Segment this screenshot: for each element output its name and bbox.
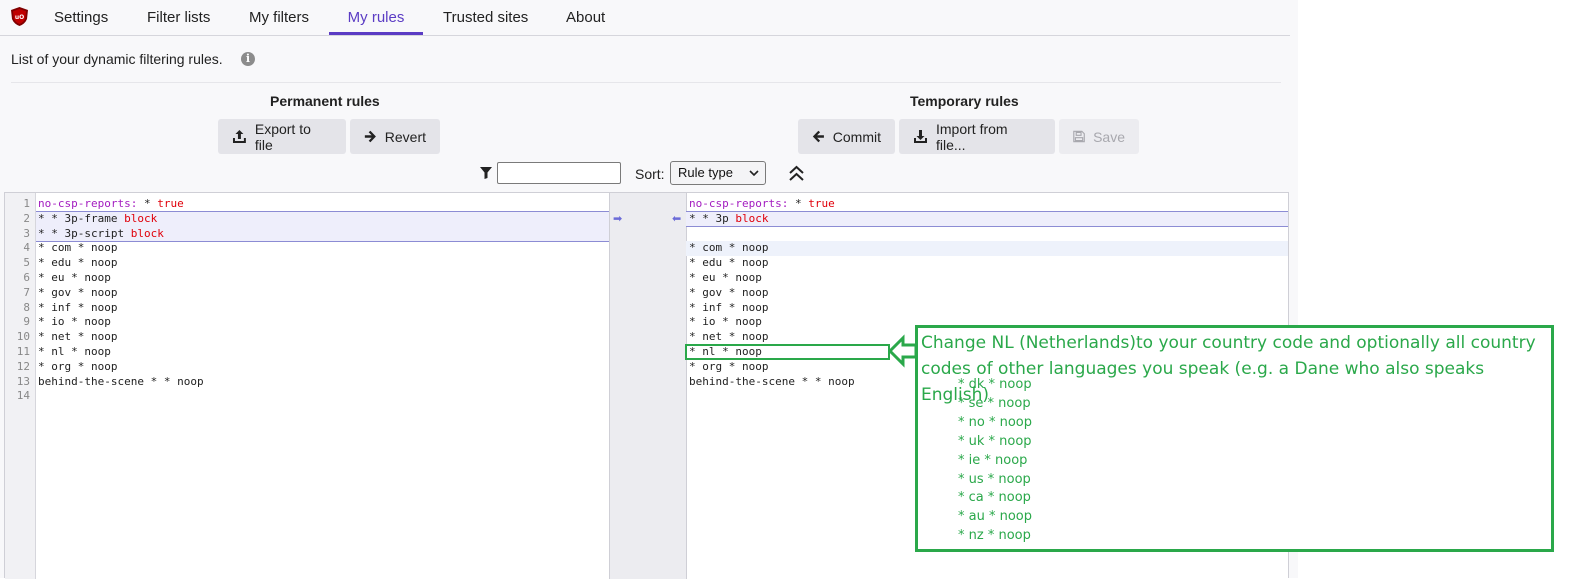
annotation-code-line: * dk * noop [958,377,1032,392]
temporary-rule-line: * * 3p block [689,211,769,225]
merge-right-arrow[interactable]: ➡ [613,212,622,225]
annotation-code-line: * se * noop [958,395,1031,411]
annotation-code-line: * au * noop [958,509,1033,525]
changed-chunk-highlight [686,211,1288,227]
import-icon [914,130,927,143]
permanent-rule-line: no-csp-reports: * true [38,197,184,210]
annotation-code-line: * ie * noop [958,452,1028,468]
tab-about[interactable]: About [566,0,605,33]
permanent-rule-line: * nl * noop [38,345,111,358]
temporary-rule-line: * com * noop [689,241,769,255]
permanent-rule-line: * org * noop [38,359,118,373]
permanent-rule-line: * io * noop [38,315,111,329]
line-number: 13 [16,374,30,388]
annotation-line-1: Change NL (Netherlands)to your country c… [921,333,1536,353]
sort-label: Sort: [635,166,665,182]
line-number: 3 [23,226,30,240]
permanent-rule-line: * com * noop [38,241,118,255]
sort-select[interactable]: Rule type [670,161,766,185]
line-number: 1 [23,197,30,210]
permanent-rule-line: * edu * noop [38,256,118,270]
line-number: 14 [16,389,30,403]
merge-left-arrow[interactable]: ⬅ [672,212,681,225]
nl-rule-highlight-box [685,344,890,360]
import-from-file-label: Import from file... [936,120,1008,153]
temporary-rule-line: * org * noop [689,359,769,373]
save-icon [1073,130,1085,143]
permanent-rule-line: * gov * noop [38,285,118,299]
permanent-rule-line: behind-the-scene * * noop [38,374,204,388]
temporary-rule-line: * edu * noop [689,256,769,270]
permanent-rule-line: * net * noop [38,330,118,344]
annotation-code-line: * ca * noop [958,490,1031,506]
page-description: List of your dynamic filtering rules. [11,51,223,67]
line-number: 10 [16,330,30,344]
info-icon[interactable]: i [241,52,255,66]
permanent-rule-line: * inf * noop [38,300,118,314]
tab-my-rules[interactable]: My rules [329,0,423,35]
annotation-code-line: * us * noop [958,471,1031,487]
temporary-rule-line: behind-the-scene * * noop [689,374,855,388]
import-from-file-button[interactable]: Import from file... [899,119,1055,154]
filter-icon [480,167,492,179]
merge-gap [609,193,687,579]
divider [11,82,1281,83]
temporary-rule-line: * eu * noop [689,271,762,284]
chevron-down-icon [749,170,759,177]
save-button[interactable]: Save [1059,119,1139,154]
temporary-rule-line: * gov * noop [689,285,769,299]
line-number: 4 [23,241,30,255]
svg-text:uO: uO [15,14,24,21]
commit-label: Commit [832,128,881,145]
tab-filter-lists[interactable]: Filter lists [147,0,210,33]
permanent-rule-line: * * 3p-frame block [38,211,158,225]
top-nav: uO Settings Filter lists My filters My r… [0,0,1290,36]
tab-trusted-sites[interactable]: Trusted sites [443,0,528,33]
permanent-rule-line: * eu * noop [38,271,111,284]
rules-filter-input[interactable] [497,162,621,184]
line-number: 11 [16,345,30,358]
active-line-highlight [686,241,1288,256]
export-to-file-button[interactable]: Export to file [218,119,346,154]
line-number: 2 [23,211,30,225]
export-icon [232,130,246,143]
annotation-country-codes: * dk * noop * se * noop * no * noop * uk… [958,376,1032,546]
line-number: 9 [23,315,30,329]
permanent-rule-line: * * 3p-script block [38,226,164,240]
annotation-arrow-icon [888,334,918,368]
temporary-rule-line: no-csp-reports: * true [689,197,835,210]
save-label: Save [1093,128,1125,145]
annotation-code-line: * nz * noop [958,528,1031,544]
line-number: 8 [23,300,30,314]
annotation-code-line: * uk * noop [958,433,1032,449]
permanent-rules-title: Permanent rules [270,93,380,109]
line-number: 7 [23,285,30,299]
sort-selected-value: Rule type [678,165,733,180]
annotation-code-line: * no * noop [958,414,1032,430]
export-to-file-label: Export to file [254,120,311,153]
commit-button[interactable]: Commit [798,119,895,154]
arrow-left-icon [812,130,824,143]
line-number: 6 [23,271,30,284]
temporary-rule-line: * inf * noop [689,300,769,314]
temporary-rule-line: * net * noop [689,330,769,344]
tab-my-filters[interactable]: My filters [249,0,309,33]
temporary-rule-line: * io * noop [689,315,762,329]
line-number: 5 [23,256,30,270]
arrow-right-icon [364,130,376,143]
tab-settings[interactable]: Settings [54,0,108,33]
collapse-unchanged-icon[interactable] [788,165,805,182]
temporary-rules-title: Temporary rules [910,93,1019,109]
revert-button[interactable]: Revert [350,119,440,154]
line-number: 12 [16,359,30,373]
revert-label: Revert [384,128,426,145]
ublock-logo-icon: uO [11,7,28,26]
